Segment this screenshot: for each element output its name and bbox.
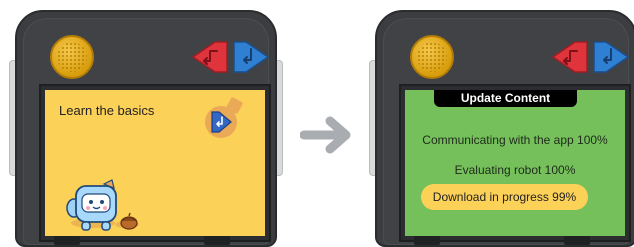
bottom-port	[204, 236, 230, 245]
arrow-left-icon	[191, 41, 228, 73]
robot-mascot-icon	[60, 178, 126, 234]
app-communication-status: Communicating with the app 100%	[422, 133, 608, 147]
right-nav-button[interactable]	[232, 40, 270, 74]
right-nav-button[interactable]	[592, 40, 630, 74]
arrow-right-icon	[299, 113, 354, 157]
confirm-button[interactable]	[209, 110, 233, 134]
left-nav-button[interactable]	[191, 40, 229, 74]
screen-bezel: Update Content Communicating with the ap…	[399, 84, 631, 242]
device-right: Update Content Communicating with the ap…	[369, 10, 634, 247]
speaker-grille	[410, 35, 454, 79]
bottom-port	[414, 236, 440, 245]
bottom-port	[54, 236, 80, 245]
speech-bubble	[205, 106, 237, 138]
device-left: Learn the basics	[9, 10, 283, 247]
arrow-right-icon	[593, 41, 630, 73]
robot-evaluation-status: Evaluating robot 100%	[454, 163, 576, 177]
speaker-grille	[50, 35, 94, 79]
bottom-port	[564, 236, 590, 245]
download-progress-pill: Download in progress 99%	[421, 184, 588, 210]
device-case: Learn the basics	[15, 10, 277, 247]
screen-bezel: Learn the basics	[39, 84, 271, 242]
screen-update: Update Content Communicating with the ap…	[405, 90, 625, 236]
screen-learn: Learn the basics	[45, 90, 265, 236]
acorn-icon	[118, 212, 140, 230]
arrow-left-icon	[551, 41, 588, 73]
device-case-inner: Update Content Communicating with the ap…	[383, 18, 631, 245]
left-nav-button[interactable]	[551, 40, 589, 74]
update-content-title: Update Content	[434, 90, 577, 107]
enter-icon	[211, 111, 232, 133]
device-case-inner: Learn the basics	[23, 18, 271, 245]
learn-basics-text: Learn the basics	[59, 103, 155, 118]
device-case: Update Content Communicating with the ap…	[375, 10, 634, 247]
arrow-right-icon	[233, 41, 270, 73]
